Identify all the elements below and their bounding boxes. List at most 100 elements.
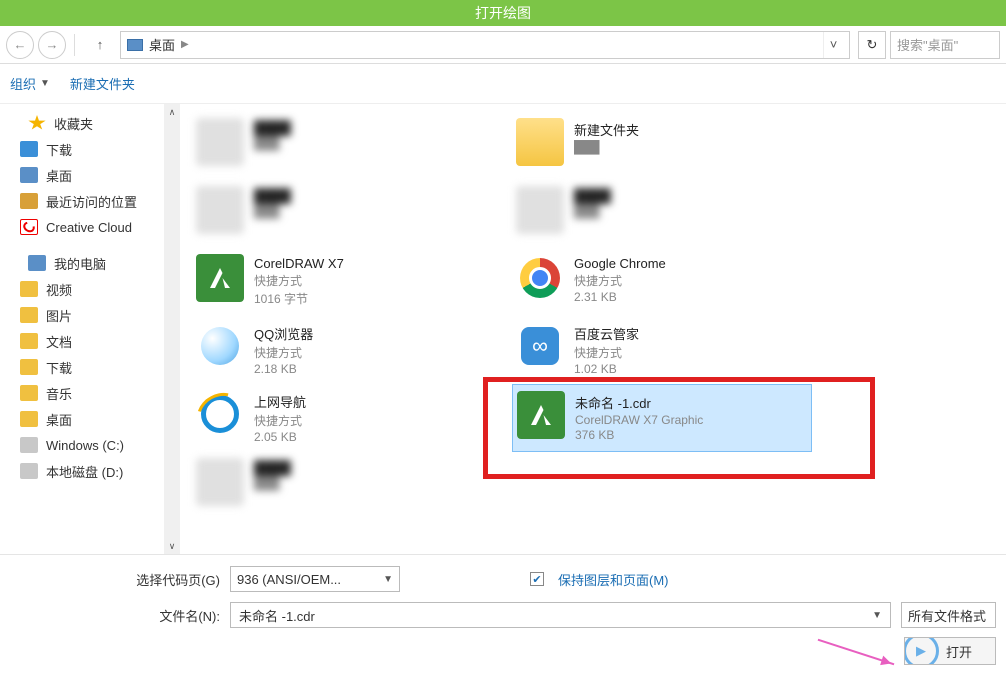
file-size: 2.05 KB [254,430,306,444]
file-text: QQ浏览器 快捷方式 2.18 KB [254,322,313,376]
file-meta: ███ [574,140,639,154]
sidebar-item-desktop2[interactable]: 桌面 [0,406,179,432]
chevron-right-icon[interactable]: ▶ [181,39,189,50]
sidebar-item-d-drive[interactable]: 本地磁盘 (D:) [0,458,179,484]
file-item[interactable]: ████ ███ [192,180,492,248]
file-size: 1016 字节 [254,290,344,307]
annotation-arrow [818,639,895,666]
file-text: ████ ███ [574,186,611,219]
sidebar-item-recent[interactable]: 最近访问的位置 [0,188,179,214]
file-meta: 快捷方式 [254,344,313,361]
breadcrumb-location: 桌面 [149,35,175,54]
file-name: ████ [254,188,291,203]
main-area: 收藏夹 下载 桌面 最近访问的位置 Creative Cloud 我的电脑 视频… [0,104,1006,554]
download-icon [20,141,38,157]
chevron-down-icon[interactable]: ▼ [872,610,882,621]
file-size: 1.02 KB [574,362,639,376]
file-name: Google Chrome [574,256,666,271]
file-name: ████ [254,120,291,135]
scroll-down-icon[interactable]: ∨ [164,538,180,554]
forward-button[interactable]: → [38,31,66,59]
file-item[interactable]: 百度云管家 快捷方式 1.02 KB [512,316,812,384]
file-item[interactable]: ████ ███ [512,180,812,248]
keep-layers-label[interactable]: 保持图层和页面(M) [558,570,669,589]
sidebar-item-desktop[interactable]: 桌面 [0,162,179,188]
file-meta: ███ [254,204,291,218]
up-button[interactable]: ↑ [88,33,112,57]
organize-button[interactable]: 组织 ▼ [10,74,50,93]
sidebar-item-downloads2[interactable]: 下载 [0,354,179,380]
file-item[interactable]: CorelDRAW X7 快捷方式 1016 字节 [192,248,492,316]
file-item[interactable]: 上网导航 快捷方式 2.05 KB [192,384,492,452]
sidebar-item-c-drive[interactable]: Windows (C:) [0,432,179,458]
refresh-button[interactable]: ↻ [858,31,886,59]
search-input[interactable]: 搜索"桌面" [890,31,1000,59]
file-text: ████ ███ [254,186,291,219]
file-meta: 快捷方式 [254,272,344,289]
filetype-select[interactable]: 所有文件格式 [901,602,996,628]
file-item[interactable]: ████ ███ [192,452,492,520]
chevron-down-icon: ▼ [383,574,393,585]
sidebar-item-cc[interactable]: Creative Cloud [0,214,179,240]
breadcrumb[interactable]: 桌面 ▶ ˅ [120,31,850,59]
keep-layers-checkbox[interactable]: ✔ [530,572,544,586]
sidebar-item-documents[interactable]: 文档 [0,328,179,354]
bottom-panel: 选择代码页(G) 936 (ANSI/OEM... ▼ ✔ 保持图层和页面(M)… [0,554,1006,665]
file-meta: 快捷方式 [574,344,639,361]
folder-icon [20,307,38,323]
toolbar: 组织 ▼ 新建文件夹 [0,64,1006,104]
file-text: 新建文件夹 ███ [574,118,639,155]
file-name: 上网导航 [254,392,306,411]
filename-input[interactable]: 未命名 -1.cdr ▼ [230,602,891,628]
title-bar: 打开绘图 [0,0,1006,26]
file-text: 上网导航 快捷方式 2.05 KB [254,390,306,444]
folder-icon [20,411,38,427]
file-text: ████ ███ [254,118,291,151]
sidebar-my-pc[interactable]: 我的电脑 [0,250,179,276]
disk-icon [20,437,38,453]
file-meta: ███ [254,136,291,150]
file-name: CorelDRAW X7 [254,256,344,271]
file-item[interactable]: QQ浏览器 快捷方式 2.18 KB [192,316,492,384]
star-icon [28,115,46,131]
file-meta: CorelDRAW X7 Graphic [575,413,703,427]
sidebar-item-pictures[interactable]: 图片 [0,302,179,328]
file-list: ████ ███ ████ ███ CorelDRAW X7 快捷方式 1016… [180,104,1006,554]
breadcrumb-dropdown[interactable]: ˅ [823,32,843,58]
nav-bar: ← → ↑ 桌面 ▶ ˅ ↻ 搜索"桌面" [0,26,1006,64]
search-placeholder: 搜索"桌面" [897,35,958,54]
file-size: 376 KB [575,428,703,442]
open-button[interactable]: ▶ 打开 [904,637,996,665]
file-text: Google Chrome 快捷方式 2.31 KB [574,254,666,304]
file-item[interactable]: Google Chrome 快捷方式 2.31 KB [512,248,812,316]
file-name: 新建文件夹 [574,120,639,139]
folder-icon [20,385,38,401]
file-item[interactable]: 未命名 -1.cdr CorelDRAW X7 Graphic 376 KB [512,384,812,452]
file-size: 2.18 KB [254,362,313,376]
file-item[interactable]: 新建文件夹 ███ [512,112,812,180]
file-text: ████ ███ [254,458,291,491]
sidebar-favorites[interactable]: 收藏夹 [0,110,179,136]
sidebar-item-music[interactable]: 音乐 [0,380,179,406]
file-meta: 快捷方式 [254,412,306,429]
file-name: ████ [254,460,291,475]
window-title: 打开绘图 [475,3,531,23]
new-folder-button[interactable]: 新建文件夹 [70,74,135,93]
scroll-up-icon[interactable]: ∧ [164,104,180,120]
sidebar: 收藏夹 下载 桌面 最近访问的位置 Creative Cloud 我的电脑 视频… [0,104,180,554]
sidebar-scrollbar[interactable]: ∧ ∨ [164,104,180,554]
codepage-label: 选择代码页(G) [10,570,220,589]
file-text: CorelDRAW X7 快捷方式 1016 字节 [254,254,344,307]
recent-icon [20,193,38,209]
sidebar-item-video[interactable]: 视频 [0,276,179,302]
codepage-select[interactable]: 936 (ANSI/OEM... ▼ [230,566,400,592]
sidebar-item-downloads[interactable]: 下载 [0,136,179,162]
back-button[interactable]: ← [6,31,34,59]
play-overlay-icon: ▶ [904,637,939,665]
file-meta: 快捷方式 [574,272,666,289]
file-name: ████ [574,188,611,203]
folder-icon [20,281,38,297]
disk-icon [20,463,38,479]
file-item[interactable]: ████ ███ [192,112,492,180]
file-name: QQ浏览器 [254,324,313,343]
